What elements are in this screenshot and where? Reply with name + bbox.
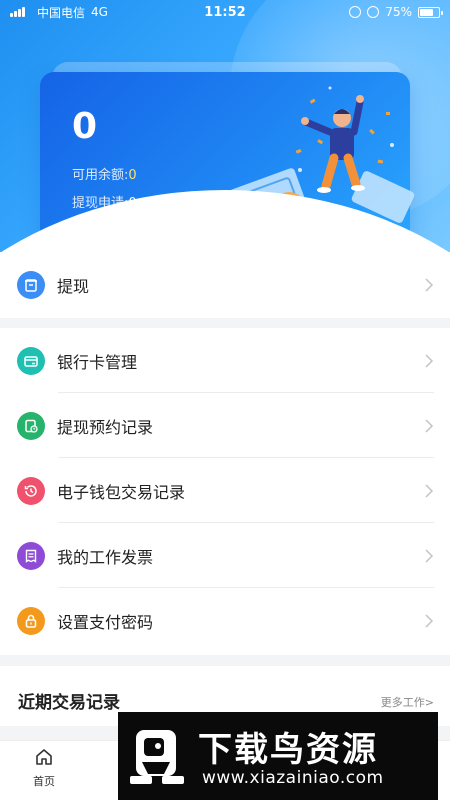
chevron-right-icon bbox=[425, 353, 434, 368]
home-icon bbox=[36, 749, 52, 765]
tab-home-label: 首页 bbox=[33, 775, 55, 788]
status-time: 11:52 bbox=[204, 4, 246, 20]
menu-primary: 提现 bbox=[0, 252, 450, 318]
bird-logo-icon bbox=[130, 730, 184, 784]
carrier-name: 中国电信 bbox=[37, 5, 86, 20]
chevron-right-icon bbox=[425, 548, 434, 563]
recent-transactions-title: 近期交易记录 bbox=[18, 693, 120, 713]
tab-home[interactable]: 首页 bbox=[24, 747, 64, 789]
watermark-url: www.xiazainiao.com bbox=[202, 768, 384, 788]
balance-amount: 0 bbox=[72, 106, 98, 147]
menu-item-label: 提现预约记录 bbox=[57, 417, 154, 437]
menu-item-label: 设置支付密码 bbox=[57, 612, 154, 632]
location-icon bbox=[349, 6, 362, 18]
lock-icon bbox=[17, 606, 45, 635]
available-balance: 可用余额:0 bbox=[72, 164, 137, 183]
menu-item-bank-card[interactable]: 银行卡管理 bbox=[0, 328, 450, 393]
chevron-right-icon bbox=[425, 277, 434, 292]
chevron-right-icon bbox=[425, 418, 434, 433]
battery-level bbox=[420, 8, 433, 16]
watermark-banner: 下载鸟资源 www.xiazainiao.com bbox=[118, 712, 438, 800]
clock-document-icon bbox=[17, 411, 45, 440]
menu-item-payment-password[interactable]: 设置支付密码 bbox=[0, 588, 450, 653]
menu-item-withdraw[interactable]: 提现 bbox=[0, 252, 450, 317]
menu-item-label: 提现 bbox=[57, 276, 90, 296]
menu-item-label: 银行卡管理 bbox=[57, 352, 138, 372]
menu-item-label: 我的工作发票 bbox=[57, 547, 154, 567]
more-link[interactable]: 更多工作> bbox=[381, 694, 434, 710]
history-icon bbox=[17, 476, 45, 505]
network-type: 4G bbox=[91, 5, 108, 19]
battery-icon bbox=[418, 6, 443, 18]
status-bar: 中国电信 4G 11:52 75% bbox=[0, 0, 450, 24]
menu-secondary: 银行卡管理 提现预约记录 电子钱包交易记录 我的工作发票 设置支付密码 bbox=[0, 328, 450, 655]
menu-item-work-invoices[interactable]: 我的工作发票 bbox=[0, 523, 450, 588]
bank-card-icon bbox=[17, 346, 45, 375]
header-background: 0 可用余额:0 提现申请:0 $ bbox=[0, 0, 450, 260]
invoice-icon bbox=[17, 541, 45, 570]
menu-item-withdraw-appointments[interactable]: 提现预约记录 bbox=[0, 393, 450, 458]
withdraw-icon bbox=[17, 270, 45, 299]
chevron-right-icon bbox=[425, 613, 434, 628]
menu-item-wallet-transactions[interactable]: 电子钱包交易记录 bbox=[0, 458, 450, 523]
battery-percent: 75% bbox=[385, 5, 412, 19]
available-balance-value: 0 bbox=[128, 168, 137, 183]
menu-item-label: 电子钱包交易记录 bbox=[57, 482, 186, 502]
signal-icon bbox=[10, 7, 25, 17]
available-balance-label: 可用余额: bbox=[72, 168, 129, 183]
chevron-right-icon bbox=[425, 483, 434, 498]
watermark-title: 下载鸟资源 bbox=[198, 730, 378, 770]
alarm-icon bbox=[367, 6, 380, 18]
